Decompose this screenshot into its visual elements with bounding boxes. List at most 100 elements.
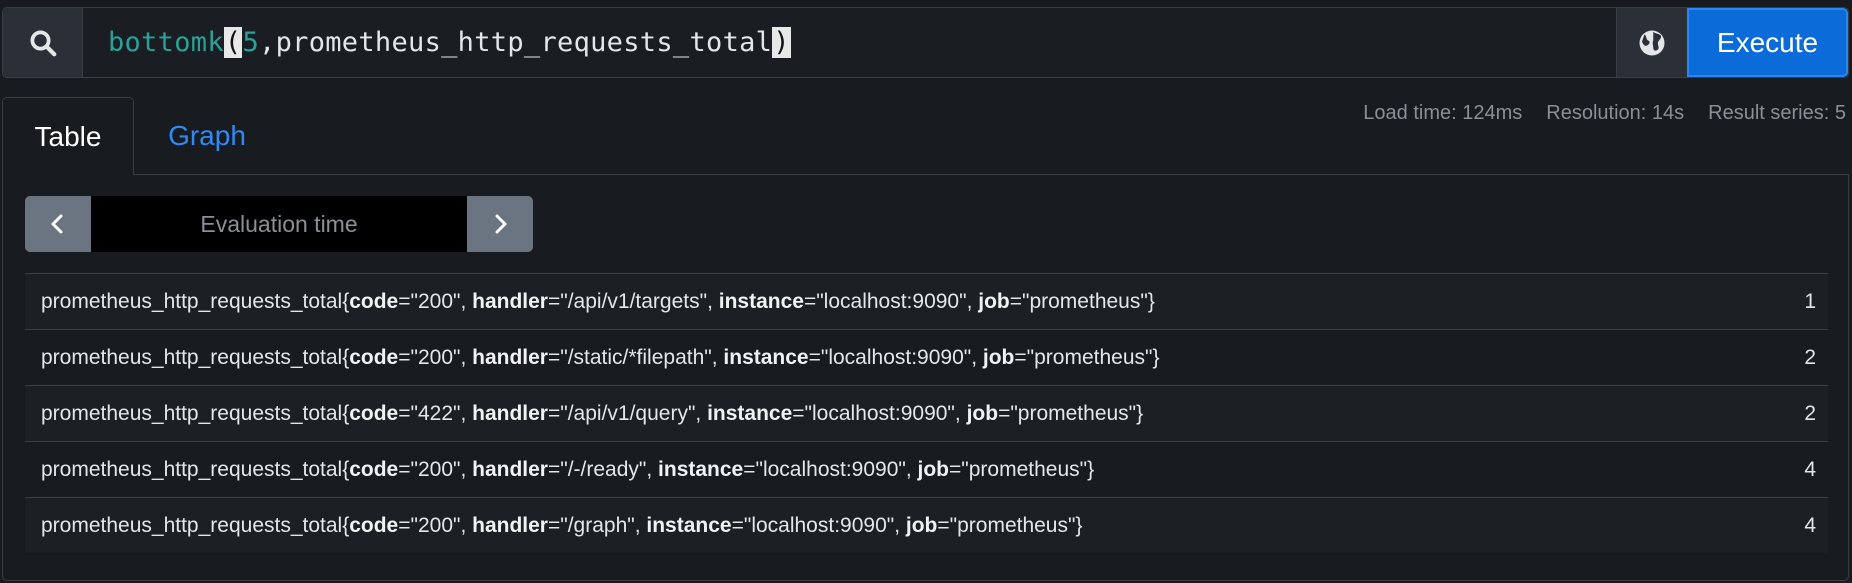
value-instance: "localhost:9090" bbox=[820, 345, 972, 369]
equals: = bbox=[398, 401, 411, 425]
equals: = bbox=[398, 345, 411, 369]
chevron-right-icon bbox=[495, 214, 507, 234]
series-labels: prometheus_http_requests_total{code="200… bbox=[41, 290, 1155, 314]
table-row: prometheus_http_requests_total{code="200… bbox=[25, 273, 1828, 329]
prometheus-query-page: bottomk(5, prometheus_http_requests_total… bbox=[0, 0, 1852, 583]
table-row: prometheus_http_requests_total{code="200… bbox=[25, 441, 1828, 497]
label-instance: instance bbox=[707, 401, 793, 425]
separator: , bbox=[460, 513, 473, 537]
evaluation-time-control: Evaluation time bbox=[25, 196, 533, 252]
load-time: Load time: 124ms bbox=[1363, 102, 1523, 124]
label-handler: handler bbox=[472, 513, 548, 537]
expr-open-paren: ( bbox=[223, 27, 243, 58]
equals: = bbox=[792, 401, 805, 425]
tab-table[interactable]: Table bbox=[2, 97, 134, 175]
table-row: prometheus_http_requests_total{code="200… bbox=[25, 329, 1828, 385]
resolution: Resolution: 14s bbox=[1546, 102, 1685, 124]
tab-graph[interactable]: Graph bbox=[134, 97, 280, 175]
label-code: code bbox=[349, 289, 399, 313]
equals: = bbox=[998, 401, 1011, 425]
label-job: job bbox=[982, 345, 1015, 369]
label-job: job bbox=[978, 289, 1010, 313]
equals: = bbox=[547, 457, 561, 481]
series-labels: prometheus_http_requests_total{code="200… bbox=[41, 514, 1082, 538]
label-code: code bbox=[349, 457, 399, 481]
label-handler: handler bbox=[472, 457, 548, 481]
brace-close: } bbox=[1075, 513, 1083, 537]
table-row: prometheus_http_requests_total{code="200… bbox=[25, 497, 1828, 553]
value-code: "200" bbox=[410, 289, 461, 313]
metric-name: prometheus_http_requests_total bbox=[41, 401, 343, 425]
separator: , bbox=[634, 513, 647, 537]
equals: = bbox=[731, 513, 744, 537]
eval-next-button[interactable] bbox=[467, 196, 533, 252]
equals: = bbox=[1014, 345, 1027, 369]
value-instance: "localhost:9090" bbox=[816, 289, 967, 313]
label-handler: handler bbox=[472, 401, 548, 425]
sample-value: 2 bbox=[1804, 345, 1816, 369]
separator: , bbox=[971, 345, 983, 369]
value-job: "prometheus" bbox=[949, 513, 1076, 537]
label-instance: instance bbox=[646, 513, 732, 537]
eval-prev-button[interactable] bbox=[25, 196, 91, 252]
series-labels: prometheus_http_requests_total{code="422… bbox=[41, 402, 1143, 426]
separator: , bbox=[460, 345, 473, 369]
value-code: "200" bbox=[410, 345, 461, 369]
equals: = bbox=[547, 345, 561, 369]
table-panel: Evaluation time prometheus_http_requests… bbox=[2, 174, 1849, 581]
label-code: code bbox=[349, 401, 399, 425]
sample-value: 1 bbox=[1804, 289, 1816, 313]
separator: , bbox=[954, 401, 967, 425]
search-icon bbox=[30, 30, 56, 56]
label-handler: handler bbox=[472, 289, 548, 313]
equals: = bbox=[547, 513, 561, 537]
separator: , bbox=[460, 289, 473, 313]
value-handler: "/static/*filepath" bbox=[560, 345, 712, 369]
evaluation-time-input[interactable]: Evaluation time bbox=[91, 196, 467, 252]
separator: , bbox=[711, 345, 724, 369]
chevron-left-icon bbox=[51, 214, 63, 234]
expression-input[interactable]: bottomk(5, prometheus_http_requests_total… bbox=[83, 8, 1616, 77]
execute-button[interactable]: Execute bbox=[1687, 8, 1848, 77]
label-job: job bbox=[905, 513, 938, 537]
equals: = bbox=[803, 289, 817, 313]
metric-name: prometheus_http_requests_total bbox=[41, 457, 343, 481]
label-handler: handler bbox=[472, 345, 548, 369]
table-row: prometheus_http_requests_total{code="422… bbox=[25, 385, 1828, 441]
metric-name: prometheus_http_requests_total bbox=[41, 345, 343, 369]
brace-close: } bbox=[1087, 457, 1095, 481]
equals: = bbox=[547, 401, 561, 425]
value-code: "200" bbox=[410, 513, 461, 537]
value-handler: "/api/v1/query" bbox=[560, 401, 696, 425]
sample-value: 4 bbox=[1804, 457, 1816, 481]
expr-comma: , bbox=[259, 27, 276, 58]
series-labels: prometheus_http_requests_total{code="200… bbox=[41, 458, 1094, 482]
separator: , bbox=[894, 513, 906, 537]
metrics-explorer-button[interactable] bbox=[1616, 8, 1687, 77]
value-instance: "localhost:9090" bbox=[804, 401, 955, 425]
equals: = bbox=[398, 289, 411, 313]
value-handler: "/api/v1/targets" bbox=[560, 289, 708, 313]
search-button[interactable] bbox=[3, 8, 83, 77]
label-job: job bbox=[966, 401, 999, 425]
label-code: code bbox=[349, 345, 399, 369]
separator: , bbox=[460, 401, 473, 425]
separator: , bbox=[707, 289, 719, 313]
value-instance: "localhost:9090" bbox=[743, 513, 895, 537]
brace-close: } bbox=[1152, 345, 1160, 369]
value-job: "prometheus" bbox=[1026, 345, 1153, 369]
separator: , bbox=[966, 289, 979, 313]
metric-name: prometheus_http_requests_total bbox=[41, 513, 343, 537]
sample-value: 4 bbox=[1804, 513, 1816, 537]
equals: = bbox=[937, 513, 950, 537]
value-job: "prometheus" bbox=[1010, 401, 1137, 425]
value-job: "prometheus" bbox=[1022, 289, 1148, 313]
result-series: Result series: 5 bbox=[1708, 102, 1846, 124]
separator: , bbox=[460, 457, 473, 481]
series-labels: prometheus_http_requests_total{code="200… bbox=[41, 346, 1159, 370]
equals: = bbox=[398, 457, 411, 481]
equals: = bbox=[1009, 289, 1022, 313]
label-job: job bbox=[917, 457, 950, 481]
metric-name: prometheus_http_requests_total bbox=[41, 289, 343, 313]
result-tabs: Table Graph bbox=[2, 97, 280, 175]
